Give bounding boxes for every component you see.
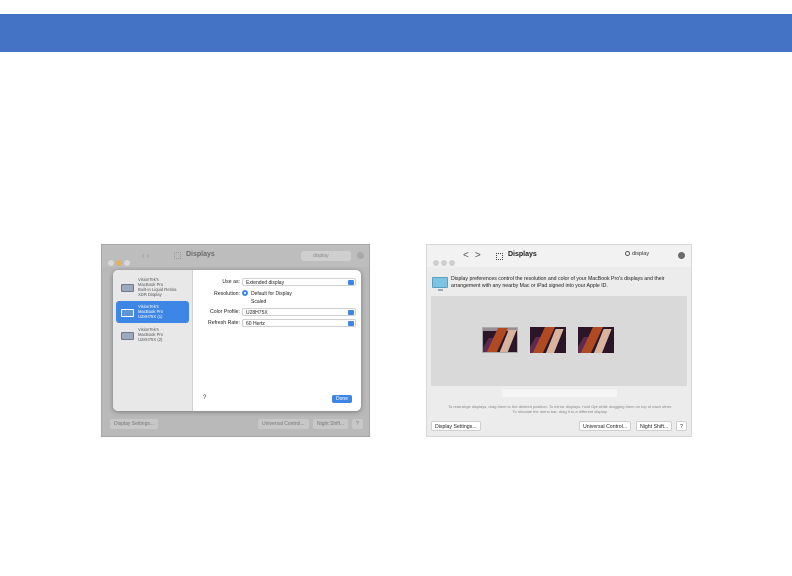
display-model: U28H75X (1) <box>138 314 163 319</box>
display-item-u28h75x-1[interactable]: VisionTek's MacBook Pro U28H75X (1) <box>116 301 189 323</box>
monitor-icon <box>121 332 134 340</box>
search-field[interactable]: display <box>301 251 351 261</box>
help-button[interactable]: ? <box>203 395 206 401</box>
screenshot-displays-arrangement: <> Displays display Display preferences … <box>426 244 692 437</box>
display-model: U28H75X (2) <box>138 337 163 342</box>
display-model-2: XDR Display <box>138 292 162 297</box>
zoom-window-icon[interactable] <box>449 260 455 266</box>
refresh-rate-row: Refresh Rate: 60 Hertz <box>199 319 357 328</box>
grid-icon[interactable] <box>174 252 181 259</box>
refresh-rate-value: 60 Hertz <box>246 321 265 327</box>
use-as-row: Use as: Extended display <box>199 278 357 287</box>
arrangement-hint: To rearrange displays, drag them to the … <box>447 404 673 414</box>
display-settings-button[interactable]: Display Settings... <box>110 419 159 429</box>
use-as-popup[interactable]: Extended display <box>242 278 356 286</box>
clear-search-icon[interactable] <box>357 252 364 259</box>
search-value: display <box>632 251 650 257</box>
universal-control-button[interactable]: Universal Control... <box>579 421 632 431</box>
window-titlebar: ‹ › Displays display <box>102 245 369 267</box>
display-item-builtin[interactable]: VisionTek's MacBook Pro Built-in Liquid … <box>116 276 189 298</box>
header-banner <box>0 14 792 52</box>
display-icon <box>432 277 448 291</box>
back-forward-icons[interactable]: ‹ › <box>142 251 150 260</box>
resolution-scaled-option[interactable]: Scaled <box>251 299 266 305</box>
display-thumbnail-2[interactable] <box>530 327 566 353</box>
back-arrow-icon[interactable]: < <box>463 250 475 261</box>
chevron-updown-icon <box>348 280 354 285</box>
close-window-icon[interactable] <box>108 260 114 266</box>
search-icon <box>625 251 630 256</box>
forward-arrow-icon[interactable]: > <box>475 250 487 261</box>
night-shift-button[interactable]: Night Shift... <box>313 419 349 429</box>
search-field[interactable]: display <box>625 251 649 257</box>
chevron-updown-icon <box>348 310 354 315</box>
chevron-updown-icon <box>348 321 354 326</box>
window-title: Displays <box>508 251 537 258</box>
use-as-value: Extended display <box>246 280 285 286</box>
resolution-scaled-row: Scaled <box>199 298 357 307</box>
monitor-icon <box>121 309 134 317</box>
display-thumbnail-3[interactable] <box>578 327 614 353</box>
color-profile-value: U28H75X <box>246 310 268 316</box>
color-profile-label: Color Profile: <box>210 309 240 315</box>
zoom-window-icon[interactable] <box>124 260 130 266</box>
window-titlebar: <> Displays display <box>427 245 691 267</box>
info-text: Display preferences control the resoluti… <box>451 276 665 289</box>
resolution-default-label: Default for Display <box>251 291 292 297</box>
use-as-label: Use as: <box>222 279 240 285</box>
grid-icon[interactable] <box>496 253 503 260</box>
universal-control-button[interactable]: Universal Control... <box>258 419 309 429</box>
display-thumbnail-1[interactable] <box>482 327 518 353</box>
help-button[interactable]: ? <box>676 421 687 431</box>
help-button[interactable]: ? <box>352 419 363 429</box>
color-profile-popup[interactable]: U28H75X <box>242 308 356 316</box>
refresh-rate-label: Refresh Rate: <box>207 320 240 326</box>
resolution-label: Resolution: <box>214 291 240 297</box>
night-shift-button[interactable]: Night Shift... <box>636 421 673 431</box>
window-controls <box>108 253 132 271</box>
clear-search-icon[interactable] <box>678 252 685 259</box>
window-title: Displays <box>186 251 215 258</box>
display-settings-button[interactable]: Display Settings... <box>431 421 481 431</box>
display-settings-sheet: VisionTek's MacBook Pro Built-in Liquid … <box>113 270 361 411</box>
arrangement-strip <box>502 389 617 397</box>
screenshot-display-settings-sheet: ‹ › Displays display VisionTek's MacBook… <box>101 244 370 437</box>
refresh-rate-popup[interactable]: 60 Hertz <box>242 319 356 327</box>
minimize-window-icon[interactable] <box>441 260 447 266</box>
minimize-window-icon[interactable] <box>116 260 122 266</box>
close-window-icon[interactable] <box>433 260 439 266</box>
display-item-u28h75x-2[interactable]: VisionTek's MacBook Pro U28H75X (2) <box>116 324 189 346</box>
color-profile-row: Color Profile: U28H75X <box>199 308 357 317</box>
display-list: VisionTek's MacBook Pro Built-in Liquid … <box>113 270 193 411</box>
laptop-icon <box>121 284 134 292</box>
window-controls <box>433 253 457 271</box>
radio-default-for-display[interactable] <box>242 290 248 296</box>
done-button[interactable]: Done <box>332 395 352 403</box>
